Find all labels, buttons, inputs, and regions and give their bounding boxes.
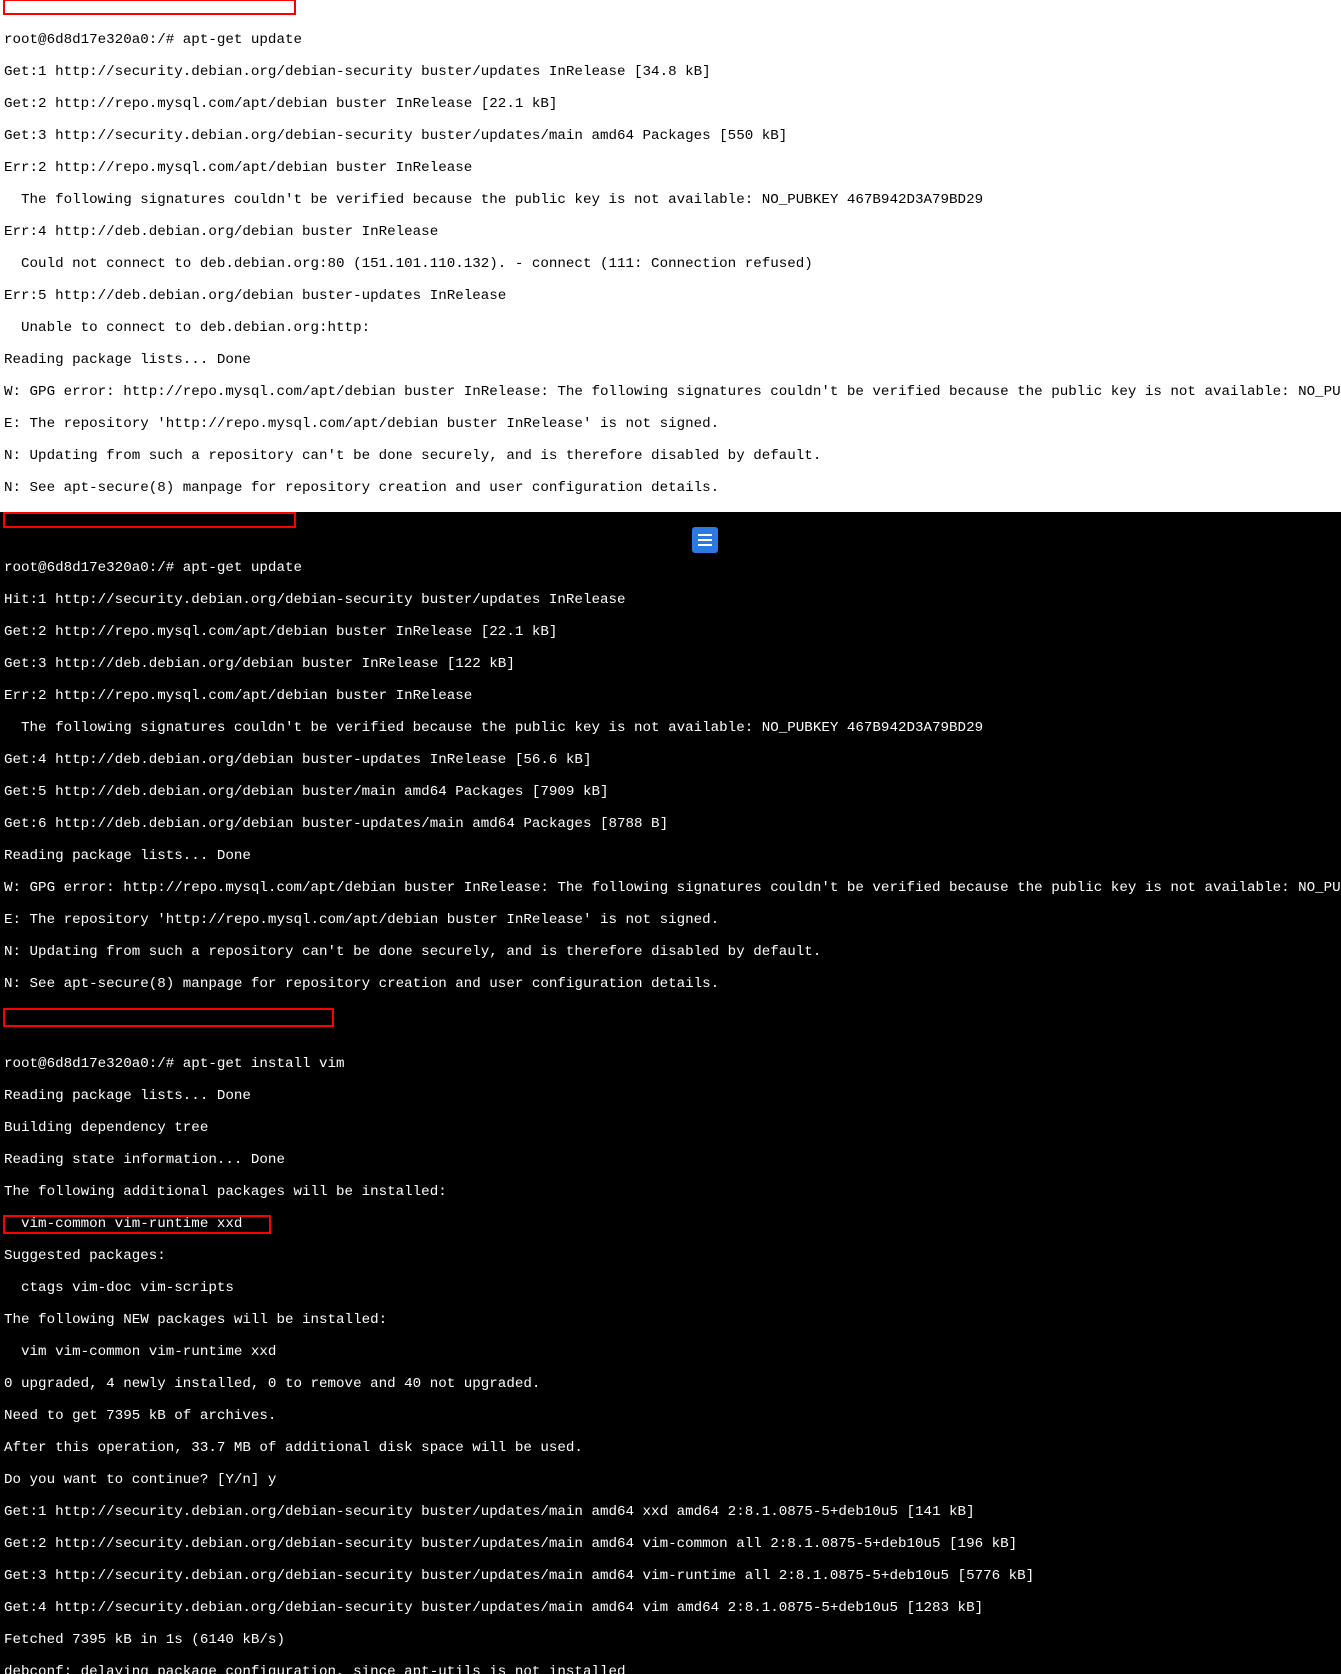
- line: Get:1 http://security.debian.org/debian-…: [4, 64, 711, 80]
- line: Get:5 http://deb.debian.org/debian buste…: [4, 784, 609, 800]
- prompt-1: root@6d8d17e320a0:/# apt-get update: [4, 32, 302, 48]
- line: Err:5 http://deb.debian.org/debian buste…: [4, 288, 506, 304]
- line: The following additional packages will b…: [4, 1184, 447, 1200]
- line: Err:2 http://repo.mysql.com/apt/debian b…: [4, 688, 472, 704]
- line: Get:3 http://security.debian.org/debian-…: [4, 1568, 1034, 1584]
- highlight-box-2: [3, 512, 296, 528]
- line: 0 upgraded, 4 newly installed, 0 to remo…: [4, 1376, 540, 1392]
- line: Get:2 http://repo.mysql.com/apt/debian b…: [4, 96, 557, 112]
- line: Building dependency tree: [4, 1120, 208, 1136]
- line: vim-common vim-runtime xxd: [4, 1216, 242, 1232]
- line: N: Updating from such a repository can't…: [4, 944, 821, 960]
- line: Suggested packages:: [4, 1248, 166, 1264]
- line: Get:4 http://deb.debian.org/debian buste…: [4, 752, 591, 768]
- line: W: GPG error: http://repo.mysql.com/apt/…: [4, 880, 1341, 896]
- line: After this operation, 33.7 MB of additio…: [4, 1440, 583, 1456]
- clipboard-icon[interactable]: [692, 527, 718, 553]
- line: vim vim-common vim-runtime xxd: [4, 1344, 276, 1360]
- line: Reading package lists... Done: [4, 848, 251, 864]
- prompt-2: root@6d8d17e320a0:/# apt-get update: [4, 560, 302, 576]
- line: Err:4 http://deb.debian.org/debian buste…: [4, 224, 438, 240]
- line: Get:3 http://security.debian.org/debian-…: [4, 128, 787, 144]
- line: Get:3 http://deb.debian.org/debian buste…: [4, 656, 515, 672]
- prompt-3: root@6d8d17e320a0:/# apt-get install vim: [4, 1056, 345, 1072]
- line: Reading package lists... Done: [4, 1088, 251, 1104]
- line: Reading package lists... Done: [4, 352, 251, 368]
- line: Get:4 http://security.debian.org/debian-…: [4, 1600, 983, 1616]
- highlight-box-1: [3, 0, 296, 15]
- line: Reading state information... Done: [4, 1152, 285, 1168]
- line: Get:1 http://security.debian.org/debian-…: [4, 1504, 975, 1520]
- line: N: See apt-secure(8) manpage for reposit…: [4, 976, 719, 992]
- line: E: The repository 'http://repo.mysql.com…: [4, 416, 719, 432]
- terminal-light[interactable]: root@6d8d17e320a0:/# apt-get update Get:…: [0, 0, 1341, 512]
- line: E: The repository 'http://repo.mysql.com…: [4, 912, 719, 928]
- highlight-box-3: [3, 1008, 334, 1027]
- line: Err:2 http://repo.mysql.com/apt/debian b…: [4, 160, 472, 176]
- line: Hit:1 http://security.debian.org/debian-…: [4, 592, 626, 608]
- line: N: See apt-secure(8) manpage for reposit…: [4, 480, 719, 496]
- line: Fetched 7395 kB in 1s (6140 kB/s): [4, 1632, 285, 1648]
- line: debconf: delaying package configuration,…: [4, 1664, 626, 1674]
- line: Get:6 http://deb.debian.org/debian buste…: [4, 816, 668, 832]
- line: The following signatures couldn't be ver…: [4, 720, 983, 736]
- line: Unable to connect to deb.debian.org:http…: [4, 320, 370, 336]
- line: Get:2 http://repo.mysql.com/apt/debian b…: [4, 624, 557, 640]
- line: Need to get 7395 kB of archives.: [4, 1408, 276, 1424]
- terminal-dark-2[interactable]: root@6d8d17e320a0:/# apt-get install vim…: [0, 1008, 1341, 1674]
- line: The following NEW packages will be insta…: [4, 1312, 387, 1328]
- line: W: GPG error: http://repo.mysql.com/apt/…: [4, 384, 1341, 400]
- line: N: Updating from such a repository can't…: [4, 448, 821, 464]
- line: ctags vim-doc vim-scripts: [4, 1280, 234, 1296]
- terminal-dark-1[interactable]: root@6d8d17e320a0:/# apt-get update Hit:…: [0, 512, 1341, 1008]
- line: Could not connect to deb.debian.org:80 (…: [4, 256, 813, 272]
- line: Get:2 http://security.debian.org/debian-…: [4, 1536, 1017, 1552]
- line: The following signatures couldn't be ver…: [4, 192, 983, 208]
- continue-prompt: Do you want to continue? [Y/n] y: [4, 1472, 276, 1488]
